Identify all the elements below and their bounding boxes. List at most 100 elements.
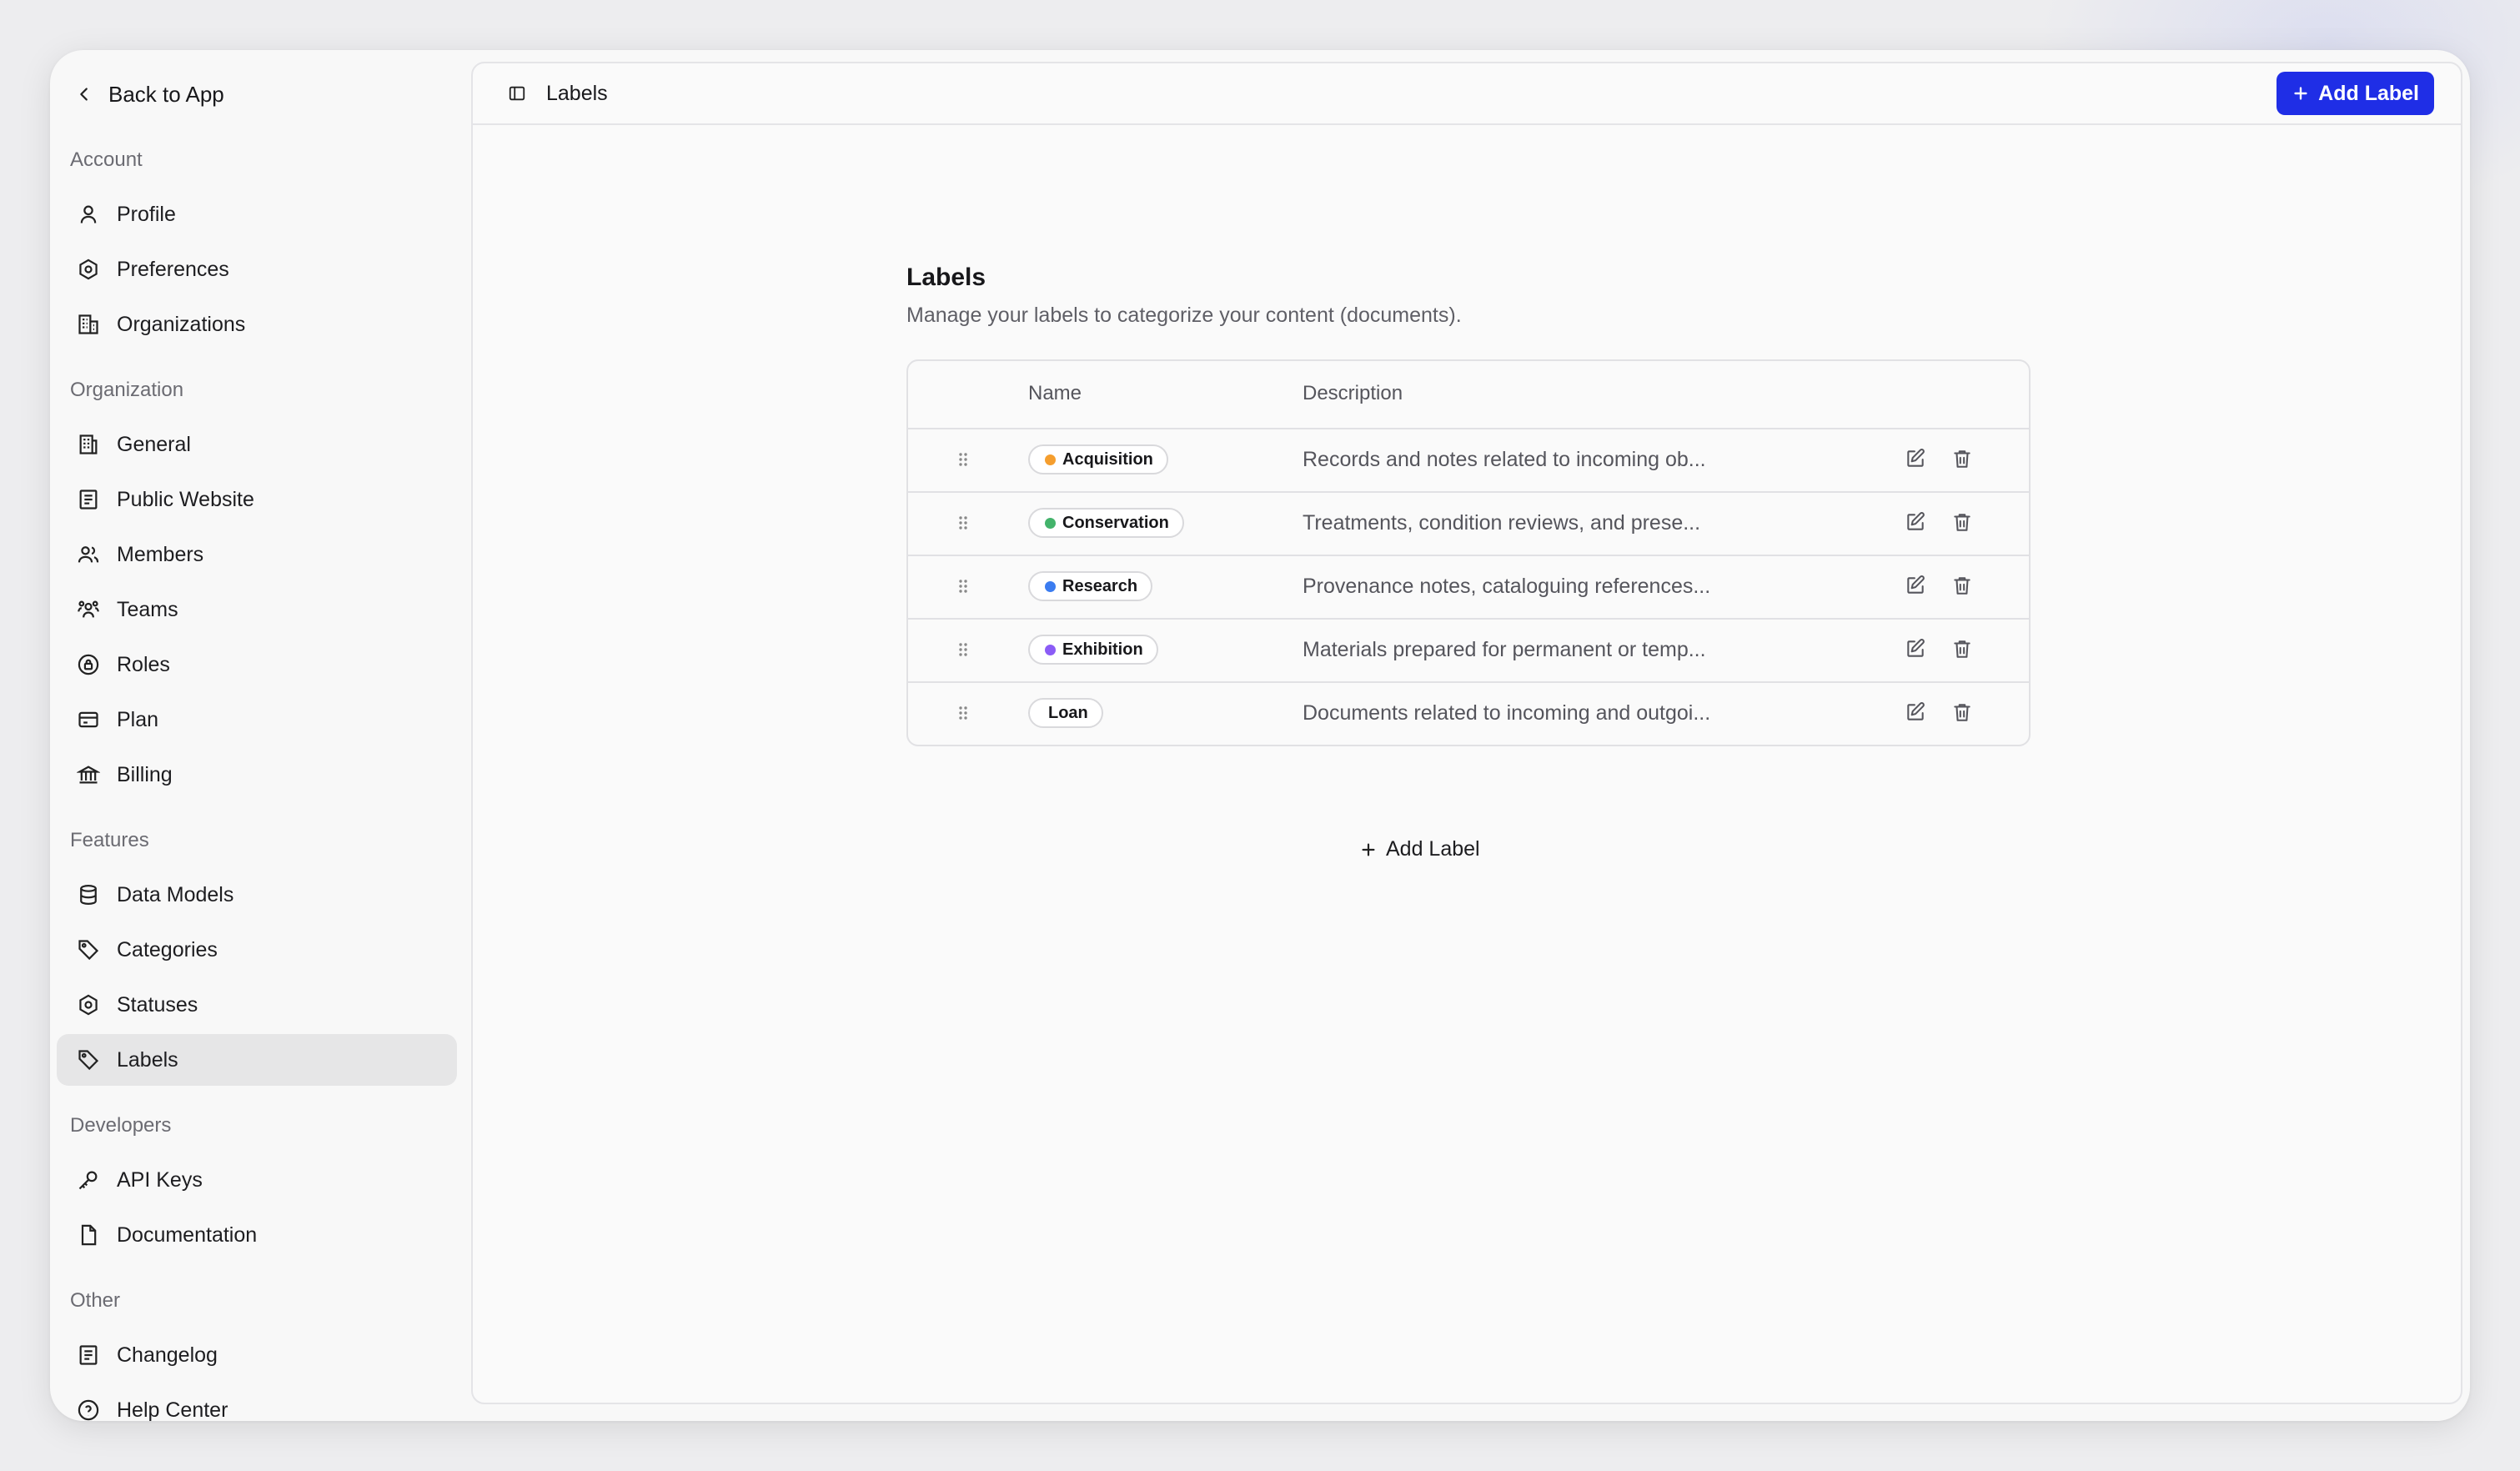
trash-icon[interactable] [1951, 701, 1973, 723]
sidebar-item-help-center[interactable]: Help Center [57, 1384, 457, 1421]
key-icon [78, 1171, 98, 1190]
labels-table: Name Description Acquisition Records and… [906, 359, 2031, 746]
column-header-description: Description [1303, 382, 1403, 404]
add-label-button-label: Add Label [2318, 81, 2419, 105]
label-name: Conservation [1062, 513, 1169, 532]
table-row: Exhibition Materials prepared for perman… [908, 620, 2029, 683]
page-title: Labels [906, 264, 986, 291]
sidebar-toggle-icon[interactable] [508, 84, 526, 103]
label-badge[interactable]: Conservation [1028, 508, 1184, 538]
table-row: Loan Documents related to incoming and o… [908, 683, 2029, 745]
sidebar-item-label: Categories [117, 937, 218, 961]
sidebar-item-data-models[interactable]: Data Models [57, 869, 457, 921]
group-title-features: Features [70, 829, 149, 851]
sidebar-item-api-keys[interactable]: API Keys [57, 1154, 457, 1206]
drag-handle-icon[interactable] [956, 576, 970, 596]
label-color-dot [1045, 517, 1056, 529]
back-to-app-label: Back to App [108, 81, 224, 107]
sidebar-item-teams[interactable]: Teams [57, 584, 457, 635]
sidebar-item-plan[interactable]: Plan [57, 694, 457, 746]
sidebar-item-changelog[interactable]: Changelog [57, 1329, 457, 1381]
back-to-app-link[interactable]: Back to App [70, 73, 325, 115]
sidebar-item-roles[interactable]: Roles [57, 639, 457, 690]
label-badge[interactable]: Exhibition [1028, 635, 1158, 665]
users-icon [78, 546, 99, 563]
column-header-name: Name [1028, 382, 1082, 404]
sidebar-item-preferences[interactable]: Preferences [57, 243, 457, 295]
label-color-dot [1045, 454, 1056, 465]
page-breadcrumb-title: Labels [546, 82, 608, 105]
top-bar: Labels Add Label [473, 63, 2461, 125]
group-title-account: Account [70, 148, 143, 171]
table-header: Name Description [908, 361, 2029, 429]
trash-icon[interactable] [1951, 575, 1973, 596]
label-badge[interactable]: Acquisition [1028, 444, 1168, 474]
trash-icon[interactable] [1951, 638, 1973, 660]
label-description: Documents related to incoming and outgoi… [1303, 701, 1711, 725]
label-description: Records and notes related to incoming ob… [1303, 448, 1706, 471]
sidebar-item-label: Billing [117, 762, 173, 786]
group-title-developers: Developers [70, 1114, 172, 1137]
label-name: Loan [1048, 703, 1088, 722]
edit-icon[interactable] [1905, 701, 1926, 723]
edit-icon[interactable] [1905, 448, 1926, 469]
trash-icon[interactable] [1951, 448, 1973, 469]
tag-icon [78, 940, 99, 961]
app-window: Back to App Account Profile Preferences … [50, 50, 2470, 1421]
sidebar-item-label: Data Models [117, 882, 234, 906]
sidebar-item-organizations[interactable]: Organizations [57, 299, 457, 350]
page-subtitle: Manage your labels to categorize your co… [906, 304, 1462, 327]
sidebar-item-documentation[interactable]: Documentation [57, 1209, 457, 1261]
sidebar-item-label: API Keys [117, 1167, 203, 1192]
labels-section: Labels Manage your labels to categorize … [906, 264, 2031, 746]
sidebar-item-labels[interactable]: Labels [57, 1034, 457, 1086]
drag-handle-icon[interactable] [956, 449, 970, 469]
edit-icon[interactable] [1905, 638, 1926, 660]
edit-icon[interactable] [1905, 575, 1926, 596]
drag-handle-icon[interactable] [956, 640, 970, 660]
sidebar: Back to App Account Profile Preferences … [50, 50, 467, 1421]
label-badge[interactable]: Loan [1028, 698, 1103, 728]
bank-icon [77, 766, 100, 784]
credit-card-icon [78, 711, 98, 728]
sidebar-item-label: Plan [117, 707, 159, 731]
sidebar-item-label: Public Website [117, 487, 254, 511]
sidebar-item-label: Changelog [117, 1343, 218, 1367]
sidebar-item-label: Teams [117, 597, 178, 621]
sidebar-item-public-website[interactable]: Public Website [57, 474, 457, 525]
help-circle-icon [78, 1399, 99, 1421]
label-name: Acquisition [1062, 449, 1153, 469]
sidebar-item-members[interactable]: Members [57, 529, 457, 580]
table-row: Acquisition Records and notes related to… [908, 429, 2029, 493]
sidebar-item-label: Statuses [117, 992, 198, 1017]
sidebar-item-general[interactable]: General [57, 419, 457, 470]
sidebar-item-categories[interactable]: Categories [57, 924, 457, 976]
document-list-icon [79, 1345, 98, 1365]
sidebar-item-statuses[interactable]: Statuses [57, 979, 457, 1031]
chevron-left-icon [80, 88, 88, 101]
building-icon [79, 434, 98, 454]
label-name: Research [1062, 576, 1138, 595]
drag-handle-icon[interactable] [956, 513, 970, 533]
group-title-organization: Organization [70, 379, 184, 401]
sidebar-item-label: Help Center [117, 1398, 228, 1422]
edit-icon[interactable] [1905, 511, 1926, 533]
plus-icon [2294, 87, 2307, 100]
sidebar-item-label: Documentation [117, 1222, 258, 1247]
building-icon [78, 314, 98, 334]
database-icon [80, 885, 97, 905]
sidebar-item-label: Roles [117, 652, 170, 676]
label-description: Materials prepared for permanent or temp… [1303, 638, 1706, 661]
label-badge[interactable]: Research [1028, 571, 1153, 601]
sidebar-item-billing[interactable]: Billing [57, 749, 457, 801]
sidebar-item-label: Members [117, 542, 204, 566]
settings-hexagon-icon [79, 994, 98, 1016]
trash-icon[interactable] [1951, 511, 1973, 533]
group-title-other: Other [70, 1289, 121, 1312]
plus-icon [1362, 842, 1375, 856]
add-label-button[interactable]: Add Label [2277, 72, 2434, 115]
add-label-inline-button[interactable]: Add Label [1359, 837, 1480, 861]
drag-handle-icon[interactable] [956, 703, 970, 723]
label-color-dot [1045, 644, 1056, 655]
sidebar-item-profile[interactable]: Profile [57, 188, 457, 240]
